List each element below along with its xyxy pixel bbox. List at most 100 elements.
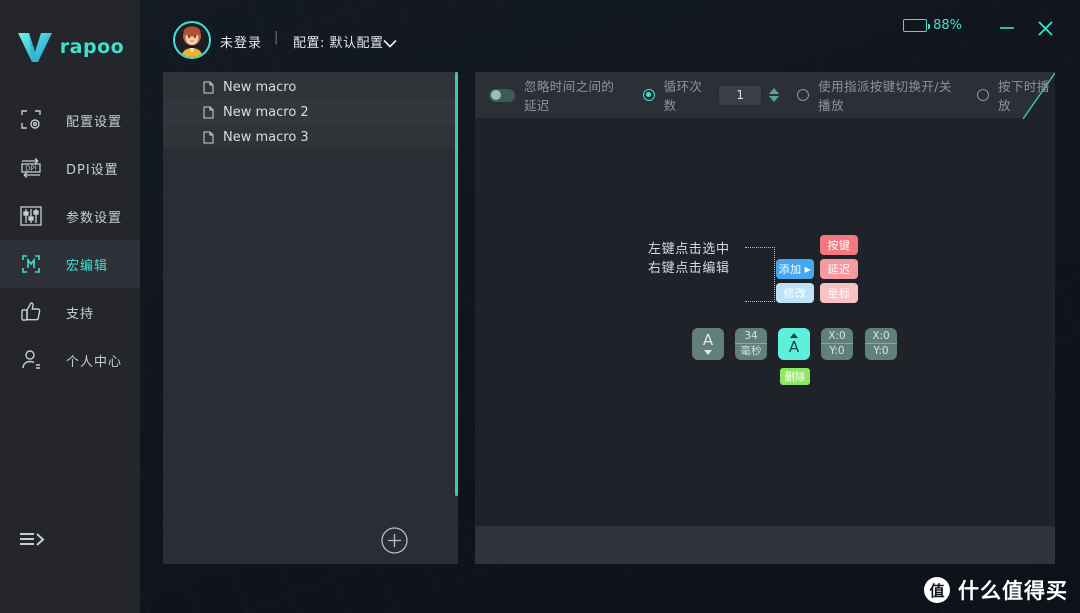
sidebar-item-label: DPI设置	[66, 162, 119, 178]
chevron-right-icon: ▶	[804, 264, 812, 274]
hint-connector-line	[745, 247, 775, 302]
action-type-delay[interactable]: 延迟	[820, 259, 858, 279]
config-settings-icon	[8, 108, 54, 132]
sidebar-item-user-center[interactable]: 个人中心	[0, 336, 140, 384]
toggle-play-label: 使用指派按键切换开/关播放	[818, 79, 952, 113]
action-type-key-label: 按键	[827, 239, 851, 252]
toggle-knob	[490, 90, 501, 100]
stepper-down-icon[interactable]	[769, 96, 780, 102]
sequence-card-coord[interactable]: X:0 Y:0	[865, 328, 897, 360]
sidebar-item-config-settings[interactable]: 配置设置	[0, 96, 140, 144]
brand-logo: rapoo	[0, 22, 140, 72]
macro-editor-panel: 忽略时间之间的延迟 循环次数 1 使用指派按键切换开/关播放 按下时播放	[475, 72, 1055, 564]
watermark-text: 什么值得买	[958, 579, 1068, 603]
editor-footer-bar	[475, 526, 1055, 564]
sidebar-item-macro-edit[interactable]: 宏编辑	[0, 240, 140, 288]
ignore-delay-toggle[interactable]	[489, 88, 515, 102]
macro-file-icon	[203, 106, 214, 119]
coord-x-value: X:0	[821, 330, 853, 344]
delete-action-label: 删除	[784, 371, 806, 383]
sidebar-item-dpi-settings[interactable]: DPI DPI设置	[0, 144, 140, 192]
sidebar-item-label: 宏编辑	[66, 258, 109, 274]
battery-icon	[903, 19, 931, 32]
macro-item-label: New macro 2	[223, 105, 309, 120]
hint-line-1: 左键点击选中	[648, 242, 730, 257]
macro-list-scrollbar[interactable]	[455, 72, 458, 564]
header-bar: 未登录 | 配置: 默认配置 88%	[140, 0, 1080, 72]
profile-selector-label[interactable]: 配置: 默认配置	[293, 32, 384, 51]
thumbs-up-icon	[8, 300, 54, 324]
coord-y-value: Y:0	[829, 345, 845, 357]
watermark-badge-icon: 值	[924, 577, 950, 603]
sidebar-nav: 配置设置 DPI DPI设置 参数设置 宏编辑 支持 个人中心	[0, 96, 140, 384]
battery-indicator: 88%	[903, 18, 962, 33]
action-type-key[interactable]: 按键	[820, 235, 858, 255]
modify-action-label: 修改	[783, 287, 807, 300]
press-play-label: 按下时播放	[998, 79, 1050, 113]
sequence-card-delay[interactable]: 34 毫秒	[735, 328, 767, 360]
sidebar-item-support[interactable]: 支持	[0, 288, 140, 336]
macro-edit-icon	[8, 252, 54, 276]
macro-list-panel: New macro New macro 2 New macro 3	[163, 72, 458, 564]
loop-count-label: 循环次数	[663, 79, 703, 113]
key-release-arrow-icon	[704, 350, 712, 355]
macro-file-icon	[203, 81, 214, 94]
add-action-button[interactable]: 添加 ▶	[776, 259, 814, 279]
delete-action-button[interactable]: 删除	[780, 368, 810, 385]
header-separator: |	[274, 30, 279, 45]
brand-name: rapoo	[59, 36, 125, 58]
sidebar-item-parameter-settings[interactable]: 参数设置	[0, 192, 140, 240]
list-item[interactable]: New macro	[163, 75, 458, 100]
sidebar-item-label: 支持	[66, 306, 95, 322]
hint-line-2: 右键点击编辑	[648, 261, 730, 276]
user-profile-icon	[8, 348, 54, 372]
add-action-label: 添加	[778, 263, 802, 276]
avatar[interactable]	[173, 21, 211, 59]
hint-connector-line-2	[745, 301, 775, 302]
sequence-card-coord[interactable]: X:0 Y:0	[821, 328, 853, 360]
sidebar-item-label: 参数设置	[66, 210, 123, 226]
list-item[interactable]: New macro 2	[163, 100, 458, 125]
battery-percent: 88%	[933, 18, 962, 33]
dpi-settings-icon: DPI	[8, 157, 54, 179]
action-type-coord[interactable]: 坐标	[820, 283, 858, 303]
login-status[interactable]: 未登录	[220, 32, 262, 51]
list-item[interactable]: New macro 3	[163, 125, 458, 150]
loop-count-input[interactable]: 1	[719, 85, 762, 105]
rapoo-v-logo-icon	[16, 30, 54, 64]
parameter-sliders-icon	[8, 205, 54, 227]
action-type-coord-label: 坐标	[827, 287, 851, 300]
modify-action-button[interactable]: 修改	[776, 283, 814, 303]
collapse-menu-icon[interactable]	[18, 524, 54, 556]
ignore-delay-label: 忽略时间之间的延迟	[524, 79, 615, 113]
delay-unit: 毫秒	[740, 345, 762, 357]
sequence-card-key-letter: A	[702, 331, 714, 349]
stepper-up-down-icon[interactable]	[769, 88, 780, 102]
sequence-card-key-up[interactable]: A	[692, 328, 724, 360]
macro-item-label: New macro 3	[223, 130, 309, 145]
coord-x-value: X:0	[865, 330, 897, 344]
sidebar-item-label: 个人中心	[66, 354, 123, 370]
watermark: 值 什么值得买	[924, 575, 1068, 605]
macro-item-label: New macro	[223, 80, 297, 95]
loop-count-radio[interactable]	[642, 89, 655, 101]
press-play-radio[interactable]	[977, 89, 990, 101]
app-window: rapoo 配置设置 DPI DPI设置 参数设置 宏编辑 支持 个人中心 未登…	[0, 0, 1080, 613]
delay-value: 34	[735, 330, 767, 344]
macro-list-scrollbar-thumb[interactable]	[455, 72, 458, 496]
action-type-delay-label: 延迟	[827, 263, 851, 276]
close-icon[interactable]	[1032, 15, 1058, 41]
toggle-play-radio[interactable]	[797, 89, 810, 101]
add-macro-plus-icon[interactable]	[381, 527, 408, 554]
sequence-card-key-letter: A	[788, 338, 800, 356]
stepper-up-icon[interactable]	[769, 88, 780, 94]
svg-text:DPI: DPI	[25, 165, 37, 173]
sequence-card-key-down[interactable]: A	[778, 328, 810, 360]
minimize-icon[interactable]	[996, 17, 1018, 39]
toolbar-controls: 忽略时间之间的延迟 循环次数 1 使用指派按键切换开/关播放 按下时播放	[475, 72, 1055, 118]
sidebar: rapoo 配置设置 DPI DPI设置 参数设置 宏编辑 支持 个人中心	[0, 0, 140, 613]
macro-file-icon	[203, 131, 214, 144]
sidebar-item-label: 配置设置	[66, 114, 123, 130]
macro-list: New macro New macro 2 New macro 3	[163, 72, 458, 148]
chevron-down-icon[interactable]	[383, 33, 397, 52]
